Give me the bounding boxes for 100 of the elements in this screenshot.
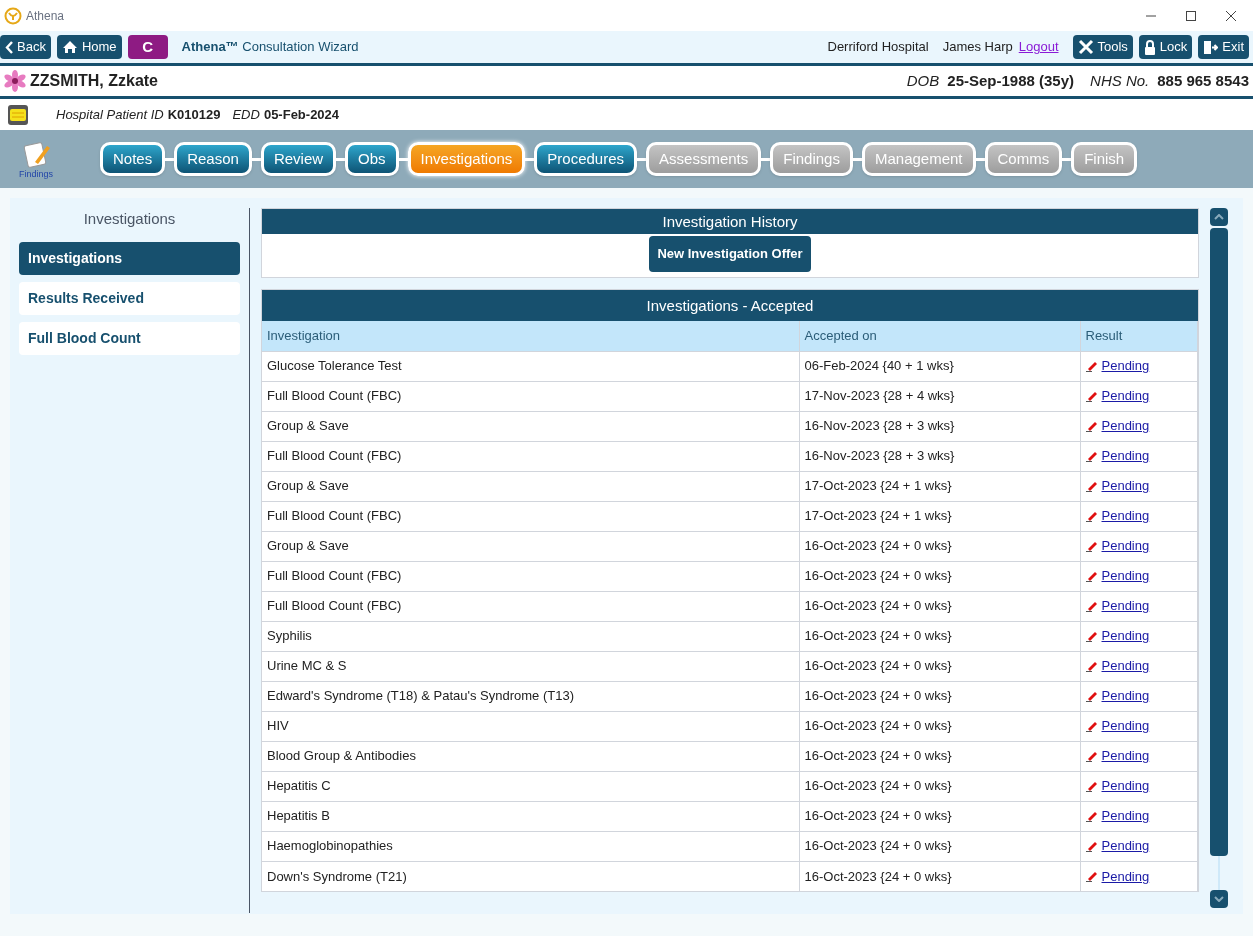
table-cell: Urine MC & S — [262, 651, 799, 681]
table-cell: Full Blood Count (FBC) — [262, 381, 799, 411]
scrollbar-thumb[interactable] — [1210, 228, 1228, 856]
pencil-icon — [1085, 570, 1098, 582]
table-cell: 17-Nov-2023 {28 + 4 wks} — [799, 381, 1080, 411]
pencil-icon — [1085, 690, 1098, 702]
table-cell: Edward's Syndrome (T18) & Patau's Syndrome (T13) — [262, 681, 799, 711]
table-cell: HIV — [262, 711, 799, 741]
result-link[interactable]: Pending — [1101, 776, 1150, 796]
table-cell: Full Blood Count (FBC) — [262, 561, 799, 591]
table-cell: 16-Nov-2023 {28 + 3 wks} — [799, 411, 1080, 441]
table-cell: 16-Oct-2023 {24 + 0 wks} — [799, 651, 1080, 681]
table-cell: 16-Oct-2023 {24 + 0 wks} — [799, 861, 1080, 891]
table-cell: 06-Feb-2024 {40 + 1 wks} — [799, 351, 1080, 381]
scroll-down-button[interactable] — [1210, 890, 1228, 908]
table-cell: 16-Oct-2023 {24 + 0 wks} — [799, 831, 1080, 861]
wizard-step[interactable]: Procedures — [534, 142, 638, 176]
result-link[interactable]: Pending — [1101, 476, 1150, 496]
column-header: Investigation — [262, 321, 799, 351]
result-link[interactable]: Pending — [1101, 716, 1150, 736]
pencil-icon — [1085, 510, 1098, 522]
sidebar-item[interactable]: Investigations — [19, 241, 240, 275]
close-icon[interactable] — [1225, 9, 1237, 22]
sidebar-item[interactable]: Results Received — [19, 281, 240, 315]
sidebar-title: Investigations — [82, 209, 177, 229]
column-header: Accepted on — [799, 321, 1080, 351]
edd-value: 05-Feb-2024 — [263, 105, 340, 124]
chevron-up-icon — [1214, 214, 1224, 220]
wizard-step[interactable]: Obs — [345, 142, 399, 176]
consultation-button[interactable]: C — [127, 35, 168, 59]
table-cell: 16-Nov-2023 {28 + 3 wks} — [799, 441, 1080, 471]
table-cell: 16-Oct-2023 {24 + 0 wks} — [799, 681, 1080, 711]
wizard-step[interactable]: Reason — [174, 142, 252, 176]
home-icon — [61, 40, 78, 54]
lock-button[interactable]: Lock — [1138, 35, 1193, 59]
table-cell: Hepatitis C — [262, 771, 799, 801]
flower-icon — [4, 70, 26, 92]
tools-button[interactable]: Tools — [1072, 35, 1133, 59]
logout-link[interactable]: Logout — [1018, 37, 1059, 57]
back-button[interactable]: Back — [0, 35, 51, 59]
result-link[interactable]: Pending — [1101, 416, 1150, 436]
result-link[interactable]: Pending — [1101, 866, 1150, 886]
window-title: Athena — [26, 7, 65, 25]
result-link[interactable]: Pending — [1101, 536, 1150, 556]
result-link[interactable]: Pending — [1101, 626, 1150, 646]
result-link[interactable]: Pending — [1101, 446, 1150, 466]
panel-header: Investigation History — [262, 209, 1198, 234]
wizard-step[interactable]: Review — [260, 142, 337, 176]
exit-icon — [1203, 39, 1219, 55]
result-link[interactable]: Pending — [1101, 836, 1150, 856]
result-link[interactable]: Pending — [1101, 686, 1150, 706]
icon-caption: Findings — [19, 169, 53, 179]
result-link[interactable]: Pending — [1101, 566, 1150, 586]
nhs-label: NHS No. — [1090, 70, 1150, 91]
pencil-icon — [1085, 780, 1098, 792]
lock-icon — [1143, 39, 1156, 55]
result-link[interactable]: Pending — [1101, 656, 1150, 676]
pencil-icon — [1085, 810, 1098, 822]
patient-id-label: Hospital Patient ID — [56, 105, 164, 124]
table-cell: Hepatitis B — [262, 801, 799, 831]
pencil-icon — [1085, 600, 1098, 612]
table-cell: Full Blood Count (FBC) — [262, 501, 799, 531]
chevron-left-icon — [5, 40, 13, 54]
result-link[interactable]: Pending — [1101, 596, 1150, 616]
table-cell: Group & Save — [262, 411, 799, 441]
column-header: Result — [1080, 321, 1198, 351]
patient-name: ZZSMITH, Zzkate — [30, 71, 158, 91]
table-cell: Group & Save — [262, 471, 799, 501]
home-button[interactable]: Home — [56, 35, 122, 59]
result-link[interactable]: Pending — [1101, 356, 1150, 376]
table-cell: 16-Oct-2023 {24 + 0 wks} — [799, 771, 1080, 801]
result-link[interactable]: Pending — [1101, 386, 1150, 406]
table-cell: Full Blood Count (FBC) — [262, 591, 799, 621]
table-cell: 16-Oct-2023 {24 + 0 wks} — [799, 591, 1080, 621]
maximize-icon[interactable] — [1185, 9, 1197, 22]
table-cell: 17-Oct-2023 {24 + 1 wks} — [799, 501, 1080, 531]
pencil-icon — [1085, 480, 1098, 492]
dob-value: 25-Sep-1988 (35y) — [947, 70, 1075, 91]
tools-icon — [1077, 39, 1094, 55]
table-cell: 16-Oct-2023 {24 + 0 wks} — [799, 561, 1080, 591]
table-cell: 17-Oct-2023 {24 + 1 wks} — [799, 471, 1080, 501]
panel-header: Investigations - Accepted — [262, 290, 1198, 321]
result-link[interactable]: Pending — [1101, 506, 1150, 526]
table-cell: 16-Oct-2023 {24 + 0 wks} — [799, 711, 1080, 741]
new-investigation-button[interactable]: New Investigation Offer — [649, 236, 811, 272]
table-cell: 16-Oct-2023 {24 + 0 wks} — [799, 531, 1080, 561]
table-cell: Syphilis — [262, 621, 799, 651]
pencil-icon — [1085, 840, 1098, 852]
scroll-up-button[interactable] — [1210, 208, 1228, 226]
exit-button[interactable]: Exit — [1198, 35, 1249, 59]
pencil-icon — [1085, 540, 1098, 552]
result-link[interactable]: Pending — [1101, 746, 1150, 766]
app-logo-icon — [4, 6, 22, 25]
hospital-name: Derriford Hospital — [827, 38, 929, 57]
notepad-pencil-icon[interactable] — [21, 139, 51, 170]
wizard-step[interactable]: Notes — [100, 142, 166, 176]
pencil-icon — [1085, 420, 1098, 432]
result-link[interactable]: Pending — [1101, 806, 1150, 826]
pencil-icon — [1085, 360, 1098, 372]
sidebar-item[interactable]: Full Blood Count — [19, 321, 240, 355]
